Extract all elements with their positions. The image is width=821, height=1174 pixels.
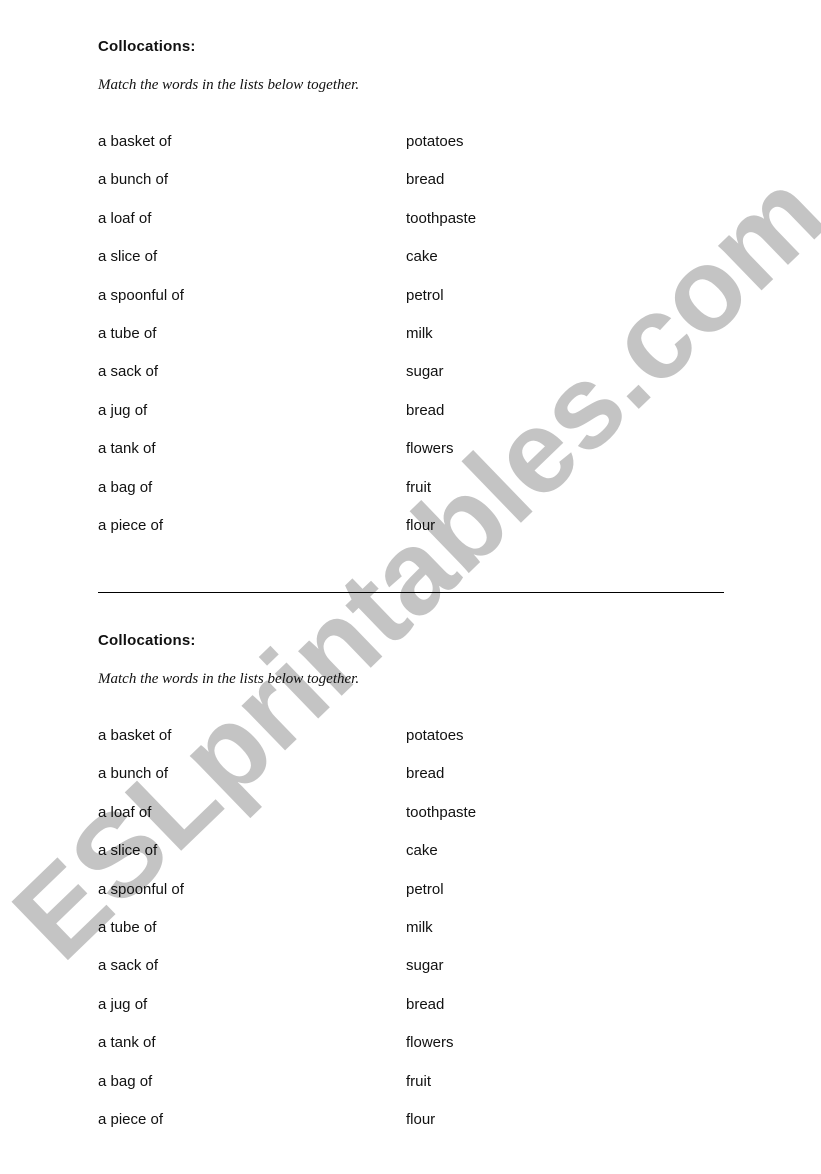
quantity-phrase: a loaf of (98, 209, 152, 227)
collocation-row: a piece of flour (98, 1110, 724, 1130)
quantity-phrase: a tank of (98, 1034, 156, 1052)
quantity-phrase: a piece of (98, 1111, 164, 1128)
worksheet-instruction: Match the words in the lists below toget… (98, 671, 360, 687)
collocation-row: a tank of flowers (98, 439, 724, 459)
quantity-phrase: a tank of (98, 440, 156, 458)
collocation-row: a tube of milk (98, 918, 724, 938)
noun-word: bread (406, 401, 445, 419)
noun-word: bread (406, 171, 445, 189)
noun-word: potatoes (406, 727, 464, 744)
collocation-row: a piece of flour (98, 516, 724, 536)
quantity-phrase: a slice of (98, 248, 158, 266)
collocation-row: a spoonful of petrol (98, 286, 724, 306)
noun-word: flowers (406, 1034, 454, 1052)
quantity-phrase: a slice of (98, 842, 158, 860)
collocation-row: a bunch of bread (98, 170, 724, 190)
collocation-row: a spoonful of petrol (98, 880, 724, 900)
quantity-phrase: a spoonful of (98, 880, 184, 898)
collocation-row: a bag of fruit (98, 478, 724, 498)
worksheet-instruction: Match the words in the lists below toget… (98, 77, 360, 93)
noun-word: potatoes (406, 133, 464, 150)
quantity-phrase: a jug of (98, 995, 148, 1013)
collocation-row: a sack of sugar (98, 362, 724, 382)
collocation-row: a bunch of bread (98, 764, 724, 784)
noun-word: milk (406, 325, 433, 342)
quantity-phrase: a basket of (98, 727, 172, 744)
collocation-row: a loaf of toothpaste (98, 209, 724, 229)
quantity-phrase: a spoonful of (98, 286, 184, 304)
quantity-phrase: a piece of (98, 517, 164, 534)
collocation-row: a loaf of toothpaste (98, 803, 724, 823)
collocation-row: a bag of fruit (98, 1072, 724, 1092)
noun-word: bread (406, 995, 445, 1013)
noun-word: fruit (406, 1072, 432, 1090)
quantity-phrase: a bunch of (98, 171, 169, 189)
collocation-row: a tank of flowers (98, 1033, 724, 1053)
collocation-row: a slice of cake (98, 841, 724, 861)
worksheet-title: Collocations: (98, 38, 196, 55)
noun-word: toothpaste (406, 803, 477, 821)
section-divider (98, 592, 724, 593)
collocation-row: a tube of milk (98, 324, 724, 344)
quantity-phrase: a sack of (98, 957, 159, 975)
collocation-row: a sack of sugar (98, 956, 724, 976)
noun-word: milk (406, 919, 433, 936)
noun-word: toothpaste (406, 209, 477, 227)
noun-word: petrol (406, 880, 444, 898)
noun-word: cake (406, 248, 438, 266)
collocation-row: a jug of bread (98, 401, 724, 421)
quantity-phrase: a tube of (98, 325, 157, 342)
collocation-row: a basket of potatoes (98, 726, 724, 746)
quantity-phrase: a jug of (98, 401, 148, 419)
quantity-phrase: a basket of (98, 133, 172, 150)
noun-word: sugar (406, 363, 444, 381)
noun-word: petrol (406, 286, 444, 304)
noun-word: flowers (406, 440, 454, 458)
quantity-phrase: a sack of (98, 363, 159, 381)
noun-word: fruit (406, 478, 432, 496)
quantity-phrase: a bag of (98, 1072, 153, 1090)
collocation-row: a jug of bread (98, 995, 724, 1015)
quantity-phrase: a bag of (98, 478, 153, 496)
noun-word: bread (406, 765, 445, 783)
noun-word: flour (406, 517, 436, 534)
noun-word: cake (406, 842, 438, 860)
noun-word: flour (406, 1111, 436, 1128)
collocation-row: a basket of potatoes (98, 132, 724, 152)
worksheet-title: Collocations: (98, 632, 196, 649)
quantity-phrase: a tube of (98, 919, 157, 936)
noun-word: sugar (406, 957, 444, 975)
quantity-phrase: a bunch of (98, 765, 169, 783)
quantity-phrase: a loaf of (98, 803, 152, 821)
collocation-row: a slice of cake (98, 247, 724, 267)
